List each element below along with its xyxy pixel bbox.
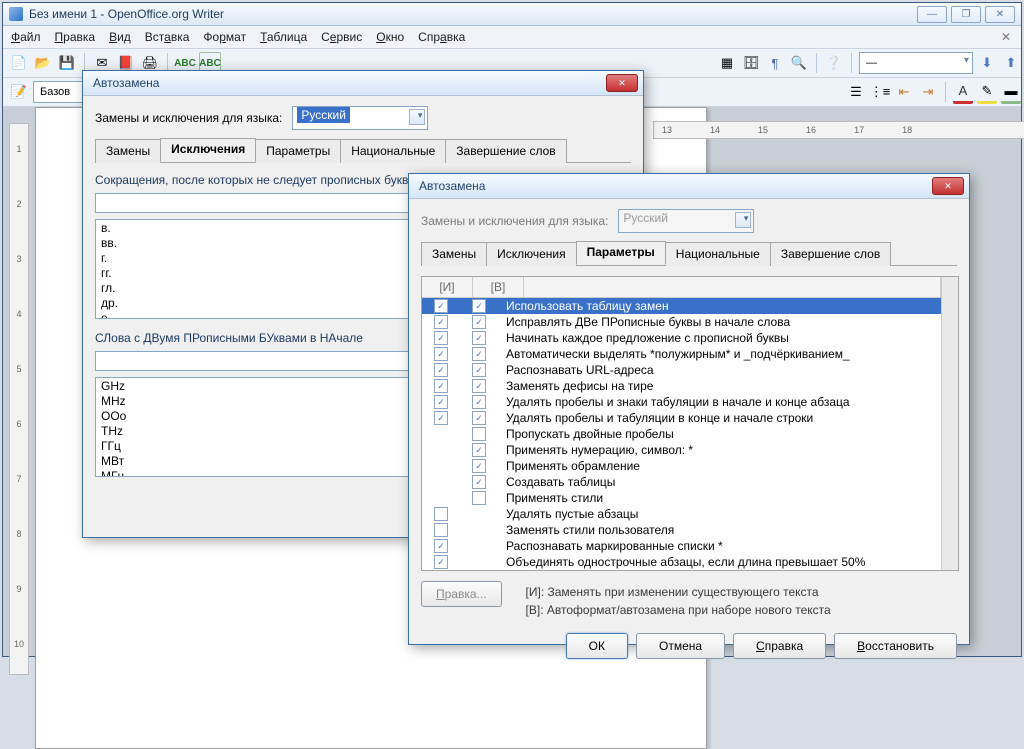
option-row[interactable]: ✓✓Удалять пробелы и табуляции в конце и … [422,410,941,426]
language-label: Замены и исключения для языка: [421,214,608,228]
table-icon[interactable]: ▦ [717,53,737,73]
dialog-title: Автозамена [93,76,159,90]
option-row[interactable]: ✓Применять обрамление [422,458,941,474]
scrollbar[interactable] [941,277,958,570]
new-icon[interactable]: 📄 [9,53,29,73]
menu-close-doc[interactable]: ✕ [1001,30,1011,44]
tab-options[interactable]: Параметры [576,241,666,265]
restore-button[interactable]: Восстановить [834,633,957,659]
app-icon [9,7,23,21]
option-row[interactable]: ✓✓Автоматически выделять *полужирным* и … [422,346,941,362]
option-row[interactable]: ✓✓Заменять дефисы на тире [422,378,941,394]
option-row[interactable]: Пропускать двойные пробелы [422,426,941,442]
option-row[interactable]: ✓✓Начинать каждое предложение с прописно… [422,330,941,346]
tab-wordcomplete[interactable]: Завершение слов [445,139,566,163]
menu-window[interactable]: Окно [376,30,404,44]
legend-v: [В]: Автоформат/автозамена при наборе но… [526,603,831,617]
option-row[interactable]: ✓Применять нумерацию, символ: * [422,442,941,458]
language-label: Замены и исключения для языка: [95,111,282,125]
option-row[interactable]: Заменять стили пользователя [422,522,941,538]
option-row[interactable]: Удалять пустые абзацы [422,506,941,522]
menu-edit[interactable]: Правка [55,30,96,44]
edit-button[interactable]: Правка... [421,581,502,607]
tab-replaces[interactable]: Замены [421,242,487,266]
numlist-icon[interactable]: ☰ [846,82,866,102]
dialog-titlebar[interactable]: Автозамена ✕ [409,174,969,199]
tab-wordcomplete[interactable]: Завершение слов [770,242,891,266]
language-combo[interactable]: Русский [292,106,428,130]
option-row[interactable]: ✓✓Использовать таблицу замен [422,298,941,314]
dialog-close-button[interactable]: ✕ [932,177,964,195]
cancel-button[interactable]: Отмена [636,633,725,659]
option-row[interactable]: ✓✓Распознавать URL-адреса [422,362,941,378]
option-row[interactable]: ✓Распознавать маркированные списки * [422,538,941,554]
option-row[interactable]: Применять стили [422,490,941,506]
menu-help[interactable]: Справка [418,30,465,44]
close-button[interactable]: ✕ [985,6,1015,23]
dialog-close-button[interactable]: ✕ [606,74,638,92]
minimize-button[interactable]: — [917,6,947,23]
save-icon[interactable]: 💾 [57,53,77,73]
find-icon[interactable]: 🔍 [789,53,809,73]
tab-strip: Замены Исключения Параметры Национальные… [95,138,631,163]
menu-insert[interactable]: Вставка [145,30,190,44]
indent-dec-icon[interactable]: ⇤ [894,82,914,102]
dialog-titlebar[interactable]: Автозамена ✕ [83,71,643,96]
bgcolor-icon[interactable]: ▬ [1001,81,1021,104]
menu-table[interactable]: Таблица [260,30,307,44]
tab-national[interactable]: Национальные [340,139,446,163]
dialog-title: Автозамена [419,179,485,193]
legend-i: [И]: Заменять при изменении существующег… [526,585,831,599]
nav-down-icon[interactable]: ⬇ [977,53,997,73]
horizontal-ruler: 131415161718 [653,121,1024,139]
ok-button[interactable]: ОК [566,633,628,659]
help-icon[interactable]: ❔ [824,53,844,73]
option-row[interactable]: ✓✓Удалять пробелы и знаки табуляции в на… [422,394,941,410]
tab-options[interactable]: Параметры [255,139,341,163]
zoom-combo[interactable]: — [859,52,973,74]
maximize-button[interactable]: ❐ [951,6,981,23]
app-title: Без имени 1 - OpenOffice.org Writer [29,7,224,21]
vertical-ruler: 12345678910 [9,123,29,675]
tab-strip: Замены Исключения Параметры Национальные… [421,241,957,266]
para-icon[interactable]: ¶ [765,53,785,73]
help-button[interactable]: Справка [733,633,826,659]
option-row[interactable]: ✓Создавать таблицы [422,474,941,490]
tab-exclusions[interactable]: Исключения [160,138,256,162]
tab-exclusions[interactable]: Исключения [486,242,577,266]
styles-icon[interactable]: 📝 [9,82,29,102]
bullist-icon[interactable]: ⋮≡ [870,82,890,102]
language-combo: Русский [618,209,754,233]
menu-file[interactable]: Файл [11,30,41,44]
tab-national[interactable]: Национальные [665,242,771,266]
highlight-icon[interactable]: ✎ [977,81,997,104]
open-icon[interactable]: 📂 [33,53,53,73]
option-row[interactable]: ✓✓Исправлять ДВе ПРописные буквы в начал… [422,314,941,330]
options-header: [И] [В] [422,277,941,298]
option-row[interactable]: ✓Объединять однострочные абзацы, если дл… [422,554,941,570]
window-controls: — ❐ ✕ [917,6,1015,23]
fontcolor-icon[interactable]: A [953,81,973,104]
nav-up-icon[interactable]: ⬆ [1001,53,1021,73]
menubar: Файл Правка Вид Вставка Формат Таблица С… [3,26,1021,49]
titlebar: Без имени 1 - OpenOffice.org Writer — ❐ … [3,3,1021,26]
menu-view[interactable]: Вид [109,30,131,44]
menu-tools[interactable]: Сервис [321,30,362,44]
indent-inc-icon[interactable]: ⇥ [918,82,938,102]
autocorrect-dialog-options: Автозамена ✕ Замены и исключения для язы… [408,173,970,645]
db-icon[interactable]: 🗄 [741,53,761,73]
menu-format[interactable]: Формат [203,30,246,44]
tab-replaces[interactable]: Замены [95,139,161,163]
options-table: [И] [В] ✓✓Использовать таблицу замен✓✓Ис… [421,276,959,571]
